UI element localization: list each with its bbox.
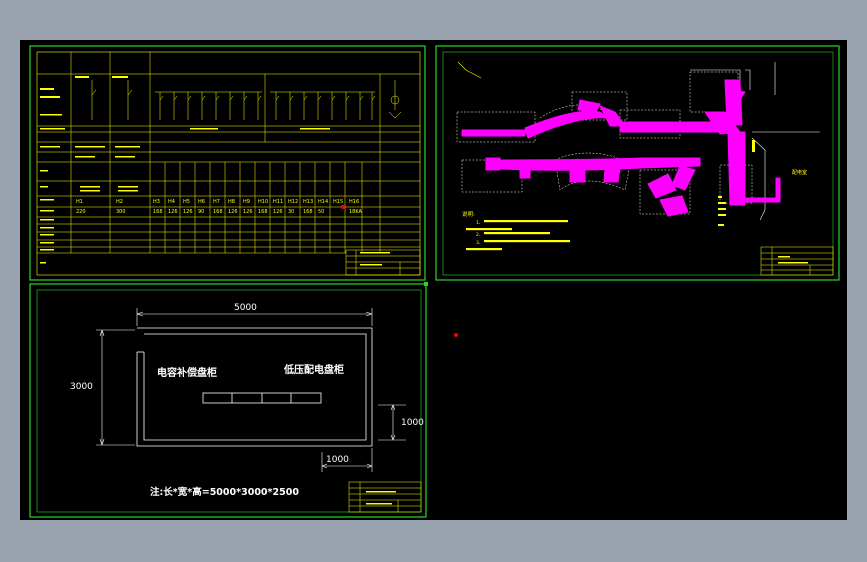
- table-cell: 126: [243, 209, 253, 215]
- label-distribution-room: 配电室: [792, 169, 807, 176]
- table-cell: H4: [168, 199, 175, 205]
- table-cell: H11: [273, 199, 283, 205]
- table-cell: H8: [228, 199, 235, 205]
- table-cell: 168: [153, 209, 163, 215]
- table-cell: 126: [228, 209, 238, 215]
- dimension-width-value: 5000: [234, 303, 257, 313]
- label-capacitor-cabinet: 电容补偿盘柜: [157, 366, 217, 379]
- table-cell: H9: [243, 199, 250, 205]
- note-line-2: 2、: [476, 232, 483, 238]
- red-marker-empty-area: [454, 333, 458, 337]
- table-cell: 220: [76, 209, 86, 215]
- grip-handle[interactable]: [424, 282, 428, 286]
- room-size-note: 注:长*宽*高=5000*3000*2500: [150, 486, 299, 498]
- table-cell: H7: [213, 199, 220, 205]
- table-cell: H5: [183, 199, 190, 205]
- table-cell: 126: [168, 209, 178, 215]
- table-cell: 126: [273, 209, 283, 215]
- table-cell: H3: [153, 199, 160, 205]
- table-cell: H16: [349, 199, 359, 205]
- note-line-1: 1、: [476, 220, 483, 226]
- table-cell: H10: [258, 199, 268, 205]
- table-cell: H1: [76, 199, 83, 205]
- table-cell: 168: [213, 209, 223, 215]
- notes-heading: 说明:: [462, 210, 475, 218]
- red-marker-sheet-1: [341, 205, 345, 209]
- table-cell: 18KA: [349, 209, 363, 215]
- table-cell: H2: [116, 199, 123, 205]
- dimension-door-horizontal-value: 1000: [326, 455, 349, 465]
- table-cell: H14: [318, 199, 328, 205]
- table-cell: 90: [198, 209, 204, 215]
- table-cell: 30: [288, 209, 294, 215]
- table-cell: H6: [198, 199, 205, 205]
- table-cell: 50: [318, 209, 324, 215]
- label-lv-cabinet: 低压配电盘柜: [283, 363, 344, 376]
- note-line-3: 3、: [476, 240, 483, 246]
- table-cell: 168: [303, 209, 313, 215]
- dimension-door-vertical-value: 1000: [401, 418, 424, 428]
- dimension-height-value: 3000: [70, 382, 93, 392]
- table-cell: H15: [333, 199, 343, 205]
- cad-viewport[interactable]: H1 H2 H3 H4 H5 H6 H7 H8 H9 H10 H11 H12 H13 H14 H15 H16 2…: [0, 0, 867, 562]
- table-cell: 300: [116, 209, 126, 215]
- table-cell: 126: [183, 209, 193, 215]
- table-cell: H12: [288, 199, 298, 205]
- table-cell: 168: [258, 209, 268, 215]
- table-cell: H13: [303, 199, 313, 205]
